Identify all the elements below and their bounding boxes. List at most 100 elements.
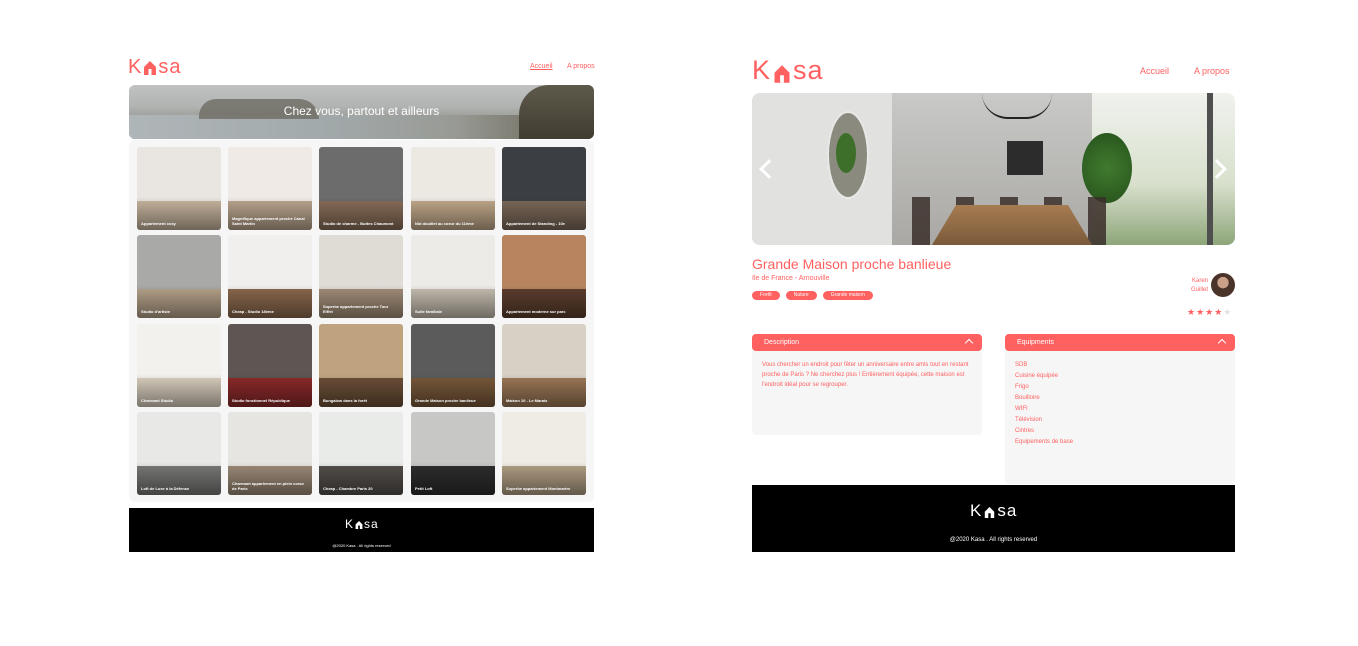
lodging-card-title: Suite familiale — [415, 309, 442, 314]
star-filled-icon: ★ — [1196, 307, 1206, 317]
lodging-card[interactable]: Nid douillet au coeur du 11ème — [411, 147, 495, 230]
footer-logo: K sa — [345, 518, 379, 530]
nav-apropos-link[interactable]: A propos — [567, 63, 595, 70]
description-header: Description — [764, 339, 800, 346]
lodging-card[interactable]: Studio fonctionnel République — [228, 324, 312, 407]
lodging-card-title: Appartement cosy — [141, 221, 176, 226]
lodging-carousel — [752, 93, 1235, 245]
lodging-card-title: Studio d'artiste — [141, 309, 170, 314]
star-filled-icon: ★ — [1214, 307, 1224, 317]
logo-letter-k: K — [128, 56, 143, 78]
host-last-name: Guillet — [1190, 287, 1208, 293]
equipments-collapse: Equipments SDB Cuisine équipée Frigo Bouill… — [1005, 334, 1235, 484]
lodging-title: Grande Maison proche banlieue — [752, 256, 952, 272]
rating-stars: ★★★★★ — [1187, 307, 1232, 318]
home-logo[interactable]: K sa — [128, 56, 181, 78]
hero-banner: Chez vous, partout et ailleurs — [129, 85, 594, 139]
lodging-card[interactable]: Cheap - Chambre Paris 20 — [319, 412, 403, 495]
equipment-item: Télévision — [1015, 417, 1043, 423]
equipment-item: Equipements de base — [1015, 439, 1074, 445]
lodging-card-title: Nid douillet au coeur du 11ème — [415, 221, 474, 226]
nav-accueil-link[interactable]: Accueil — [1140, 66, 1169, 76]
star-filled-icon: ★ — [1205, 307, 1215, 317]
logo-letter-k: K — [752, 54, 772, 85]
lodging-card[interactable]: Grande Maison proche banlieue — [411, 324, 495, 407]
equipment-item: SDB — [1015, 362, 1028, 368]
equipment-item: Cuisine équipée — [1015, 373, 1059, 379]
nav-accueil-link[interactable]: Accueil — [530, 63, 553, 70]
footer-logo-letters-sa: sa — [997, 501, 1018, 520]
lodging-gallery: Appartement cosy Magnifique appartement p… — [129, 140, 594, 502]
lodging-card-title: Maison 10 - Le Marais — [506, 398, 548, 403]
lodging-card-title: Charmant appartement en plein coeur de P… — [232, 481, 305, 491]
house-icon — [143, 59, 157, 75]
nav-apropos-link[interactable]: A propos — [1194, 66, 1230, 76]
lodging-card[interactable]: Appartement de Standing - 10e — [502, 147, 586, 230]
lodging-card-title: Studio fonctionnel République — [232, 398, 290, 403]
house-icon — [984, 504, 995, 518]
tag-badge: Forêt — [752, 291, 780, 300]
lodging-card[interactable]: Magnifique appartement proche Canal Sain… — [228, 147, 312, 230]
footer-logo-letters-sa: sa — [364, 517, 379, 531]
equipment-item: Cintres — [1015, 428, 1035, 434]
lodging-card-title: Appartement de Standing - 10e — [506, 221, 565, 226]
equipments-header: Equipments — [1017, 339, 1054, 346]
lodging-card-title: Petit Loft — [415, 486, 433, 491]
lodging-logo[interactable]: K sa — [752, 56, 824, 84]
logo-letters-sa: sa — [158, 56, 182, 78]
lodging-location: Ile de France - Arnouville — [752, 275, 830, 282]
tag-list: Forêt Nature Grande maison — [752, 291, 873, 300]
lodging-card[interactable]: Studio d'artiste — [137, 235, 221, 318]
banner-tagline: Chez vous, partout et ailleurs — [283, 104, 440, 118]
tag-badge: Grande maison — [822, 291, 873, 300]
lodging-card[interactable]: Petit Loft — [411, 412, 495, 495]
equipments-toggle[interactable]: Equipments — [1005, 334, 1235, 351]
footer-logo-letter-k: K — [970, 501, 983, 520]
host-first-name: Karen — [1191, 278, 1208, 284]
logo-letters-sa: sa — [793, 54, 824, 85]
footer-logo: K sa — [970, 502, 1017, 519]
lodging-card-title: Charmant Studio — [141, 398, 174, 403]
equipment-item: Bouilloire — [1015, 395, 1040, 401]
lodging-card[interactable]: Bungalow dans la forêt — [319, 324, 403, 407]
lodging-card[interactable]: Charmant Studio — [137, 324, 221, 407]
host-name: Karen Guillet — [1178, 277, 1208, 295]
lodging-card[interactable]: Charmant appartement en plein coeur de P… — [228, 412, 312, 495]
host-avatar — [1211, 273, 1235, 297]
footer-logo-letter-k: K — [345, 517, 355, 531]
lodging-card[interactable]: Superbe appartement proche Tour Eiffel — [319, 235, 403, 318]
chevron-up-icon[interactable] — [964, 338, 974, 348]
lodging-card-title: Bungalow dans la forêt — [323, 398, 368, 403]
lodging-card[interactable]: Cheap - Studio 18ème — [228, 235, 312, 318]
chevron-up-icon[interactable] — [1217, 338, 1227, 348]
footer-copyright: @2020 Kasa . All rights reserved — [332, 543, 391, 548]
lodging-card-title: Loft de Luxe à la Défense — [141, 486, 190, 491]
star-filled-icon: ★ — [1187, 307, 1197, 317]
lodging-card[interactable]: Appartement cosy — [137, 147, 221, 230]
lodging-card[interactable]: Superbe appartement Montmartre — [502, 412, 586, 495]
house-icon — [355, 519, 363, 529]
lodging-card[interactable]: Studio de charme - Buttes Chaumont — [319, 147, 403, 230]
lodging-card-title: Superbe appartement proche Tour Eiffel — [323, 304, 389, 314]
star-empty-icon: ★ — [1223, 307, 1233, 317]
description-toggle[interactable]: Description — [752, 334, 982, 351]
equipments-list: SDB Cuisine équipée Frigo Bouilloire WIFI Tél… — [1005, 348, 1235, 484]
lodging-card-title: Superbe appartement Montmartre — [506, 486, 571, 491]
lodging-card-title: Grande Maison proche banlieue — [415, 398, 476, 403]
lodging-card-title: Appartement moderne sur parc — [506, 309, 566, 314]
lodging-card[interactable]: Appartement moderne sur parc — [502, 235, 586, 318]
description-text: Vous chercher un endroit pour fêter un a… — [752, 348, 982, 435]
lodging-card-title: Cheap - Chambre Paris 20 — [323, 486, 373, 491]
lodging-card[interactable]: Maison 10 - Le Marais — [502, 324, 586, 407]
lodging-card-title: Studio de charme - Buttes Chaumont — [323, 221, 394, 226]
equipment-item: WIFI — [1015, 406, 1028, 412]
equipment-item: Frigo — [1015, 384, 1029, 390]
lodging-card-title: Magnifique appartement proche Canal Sain… — [232, 216, 305, 226]
description-collapse: Description Vous chercher un endroit pou… — [752, 334, 982, 435]
tag-badge: Nature — [785, 291, 817, 300]
lodging-card[interactable]: Suite familiale — [411, 235, 495, 318]
footer-copyright: @2020 Kasa . All rights reserved — [949, 537, 1038, 543]
lodging-card[interactable]: Loft de Luxe à la Défense — [137, 412, 221, 495]
lodging-card-title: Cheap - Studio 18ème — [232, 309, 274, 314]
house-icon — [773, 60, 791, 83]
